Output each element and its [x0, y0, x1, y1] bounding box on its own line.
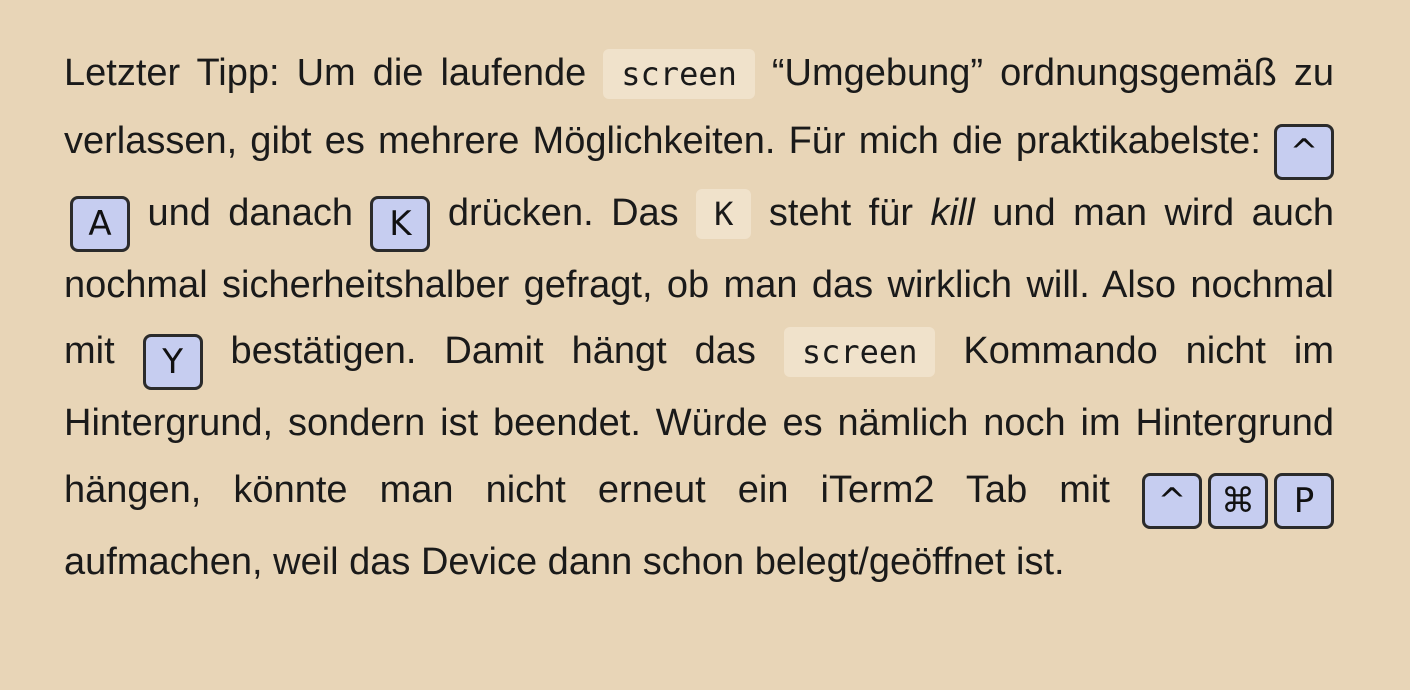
text-segment: Letzter Tipp: Um die laufende [64, 52, 604, 94]
inline-code-screen: screen [603, 49, 755, 99]
key-command: ⌘ [1208, 472, 1268, 529]
tip-paragraph: Letzter Tipp: Um die laufende screen “Um… [64, 40, 1334, 595]
key-y: Y [142, 334, 203, 390]
article-content: Letzter Tipp: Um die laufende screen “Um… [64, 40, 1334, 595]
text-segment: bestätigen. Damit hängt das [202, 330, 784, 372]
text-segment: drücken. Das [430, 191, 697, 234]
key-a: A [70, 195, 130, 252]
inline-code-screen: screen [783, 327, 936, 377]
key-control: ^ [1274, 123, 1334, 180]
key-p: P [1274, 472, 1334, 529]
text-segment: und danach [130, 191, 371, 234]
key-control: ^ [1142, 472, 1202, 529]
text-segment: aufmachen, weil das Device dann schon be… [64, 540, 1065, 583]
key-k: K [370, 195, 431, 252]
inline-code-k: K [696, 188, 752, 239]
emphasis-kill: kill [930, 191, 975, 234]
text-segment: steht für [751, 191, 931, 234]
